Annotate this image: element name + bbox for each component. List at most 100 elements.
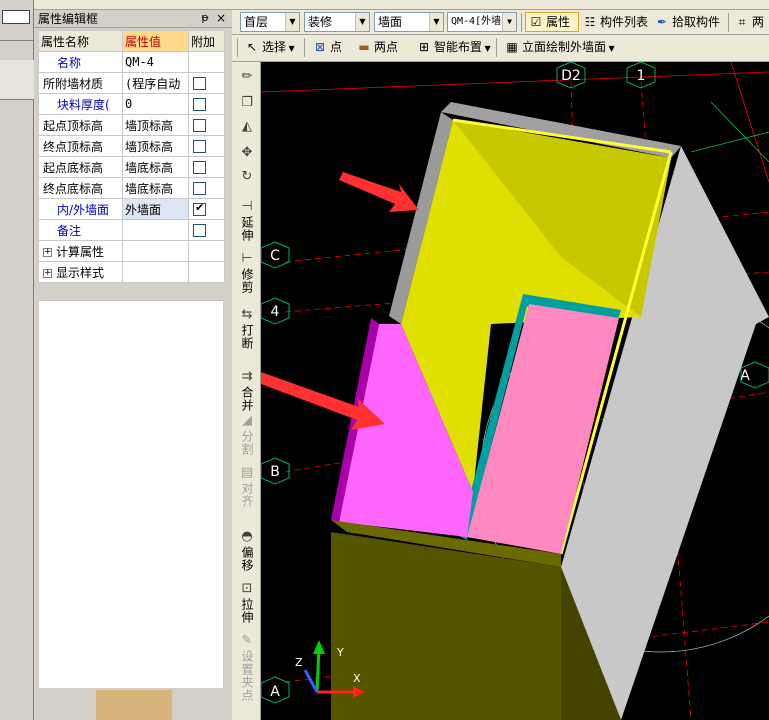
attach-checkbox[interactable] (193, 98, 206, 111)
panel-title: 属性编辑框 (38, 12, 99, 26)
3d-viewport[interactable]: D2 1 C 4 B A A Y X Z (261, 62, 769, 720)
property-row[interactable]: 终点顶标高 墙顶标高 (38, 135, 225, 157)
property-row[interactable]: 内/外墙面 外墙面 (38, 198, 225, 220)
gizmo-label-z: Z (295, 656, 303, 669)
property-value[interactable]: QM-4 (122, 51, 189, 73)
two-label: 两 (752, 15, 765, 29)
attach-checkbox[interactable] (193, 140, 206, 153)
two-button[interactable]: ⌗ 两 (732, 12, 764, 32)
property-row[interactable]: 块料厚度(0 (38, 93, 225, 115)
two-icon: ⌗ (738, 15, 746, 29)
type-select[interactable]: 墙面 ▼ (374, 12, 444, 32)
dock-pin-box[interactable] (2, 10, 30, 24)
header-extra: 附加 (188, 30, 225, 52)
category-select[interactable]: 装修 ▼ (304, 12, 370, 32)
axis-label-d2: D2 (561, 68, 581, 84)
attach-checkbox[interactable] (193, 182, 206, 195)
property-value[interactable] (122, 219, 189, 241)
expand-icon[interactable]: + (43, 247, 52, 257)
property-row[interactable]: 终点底标高 墙底标高 (38, 177, 225, 199)
smart-layout-button[interactable]: ⊞ 智能布置 ▼ (414, 37, 491, 57)
split-tool[interactable]: ◢ 分割 (235, 414, 259, 457)
break-icon: ⇆ (241, 307, 253, 322)
property-group-row[interactable]: + 计算属性 (38, 240, 225, 262)
property-extra-cell (188, 93, 225, 115)
property-value[interactable]: 外墙面 (122, 198, 189, 220)
axis-label-c: C (270, 248, 280, 264)
property-group-row[interactable]: + 显示样式 (38, 261, 225, 283)
attach-checkbox[interactable] (193, 77, 206, 90)
two-points-button[interactable]: ▬ 两点 (354, 37, 398, 57)
group-extra-cell (188, 240, 225, 262)
group-label: 显示样式 (56, 265, 105, 280)
axis-label-4: 4 (271, 304, 280, 320)
property-value[interactable]: 墙底标高 (122, 156, 189, 178)
property-row[interactable]: 起点底标高 墙底标高 (38, 156, 225, 178)
move-icon: ✥ (241, 145, 253, 160)
close-icon[interactable]: × (214, 11, 228, 25)
properties-button[interactable]: ☑ 属性 (525, 12, 579, 32)
dock-tab[interactable] (0, 60, 34, 100)
property-name: 起点顶标高 (38, 114, 123, 136)
component-list-button[interactable]: ☷ 构件列表 (580, 12, 648, 32)
property-value[interactable]: 墙底标高 (122, 177, 189, 199)
copy-tool[interactable]: ❐ (235, 96, 259, 112)
property-row[interactable]: 名称 QM-4 (38, 51, 225, 73)
extend-icon: ⊣ (241, 199, 253, 214)
property-name: 名称 (38, 51, 123, 73)
property-row[interactable]: 所附墙材质 (程序自动 (38, 72, 225, 94)
floor-select[interactable]: 首层 ▼ (240, 12, 300, 32)
mirror-tool[interactable]: ◭ (235, 120, 259, 136)
property-row[interactable]: 备注 (38, 219, 225, 241)
tool-label: 对齐 (240, 482, 254, 508)
point-icon: ⊠ (314, 40, 326, 54)
type-value: 墙面 (378, 15, 403, 29)
stretch-icon: ⊡ (241, 581, 253, 596)
property-value[interactable]: (程序自动 (122, 72, 189, 94)
move-tool[interactable]: ✥ (235, 146, 259, 162)
property-row[interactable]: 起点顶标高 墙顶标高 (38, 114, 225, 136)
brush-icon: ✏ (241, 69, 253, 84)
stretch-tool[interactable]: ⊡ 拉伸 (235, 581, 259, 625)
material-texture-swatch (96, 690, 172, 720)
extend-tool[interactable]: ⊣ 延伸 (235, 199, 259, 243)
trim-icon: ⊢ (241, 251, 253, 266)
mirror-icon: ◭ (242, 119, 252, 134)
attach-checkbox[interactable] (193, 119, 206, 132)
property-value[interactable]: 墙顶标高 (122, 135, 189, 157)
attach-checkbox[interactable] (193, 161, 206, 174)
two-points-label: 两点 (374, 40, 399, 54)
component-select[interactable]: QM-4[外墙 ▼ (447, 12, 517, 32)
select-button[interactable]: ↖ 选择 ▼ (242, 37, 295, 57)
divider (0, 40, 34, 41)
viewport-canvas[interactable]: D2 1 C 4 B A A Y X Z (261, 62, 769, 720)
property-value[interactable]: 墙顶标高 (122, 114, 189, 136)
set-insert-point-icon: ✎ (241, 633, 253, 648)
rotate-tool[interactable]: ↻ (235, 170, 259, 186)
chevron-down-icon: ▼ (606, 44, 615, 53)
point-button[interactable]: ⊠ 点 (310, 37, 342, 57)
merge-tool[interactable]: ⇉ 合并 (235, 370, 259, 413)
property-value[interactable]: 0 (122, 93, 189, 115)
property-extra-cell (188, 51, 225, 73)
pick-component-button[interactable]: ✒ 拾取构件 (652, 12, 720, 32)
property-extra-cell (188, 219, 225, 241)
eyedropper-icon: ✒ (656, 15, 668, 29)
trim-tool[interactable]: ⊢ 修剪 (235, 251, 259, 295)
break-tool[interactable]: ⇆ 打断 (235, 307, 259, 351)
pin-icon[interactable]: ᵽ (198, 11, 212, 25)
elevation-draw-button[interactable]: ▦ 立面绘制外墙面 ▼ (502, 37, 615, 57)
expand-icon[interactable]: + (43, 268, 52, 278)
attach-checkbox[interactable] (193, 224, 206, 237)
chevron-down-icon: ▼ (482, 44, 491, 53)
tool-label: 分割 (240, 430, 254, 456)
attach-checkbox[interactable] (193, 201, 206, 216)
axis-label-a-right: A (740, 368, 750, 384)
toolbar-primary: 首层 ▼ 装修 ▼ 墙面 ▼ QM-4[外墙 ▼ ☑ 属性 ☷ 构件列表 ✒ 拾取构件 ⌗ 两 (232, 10, 769, 35)
set-insert-point-tool[interactable]: ✎ 设置夹点 (235, 633, 259, 703)
cursor-icon: ↖ (246, 40, 258, 54)
align-tool[interactable]: ▤ 对齐 (235, 466, 259, 509)
property-extra-cell (188, 135, 225, 157)
offset-tool[interactable]: ◓ 偏移 (235, 530, 259, 573)
brush-tool[interactable]: ✏ (235, 70, 259, 86)
